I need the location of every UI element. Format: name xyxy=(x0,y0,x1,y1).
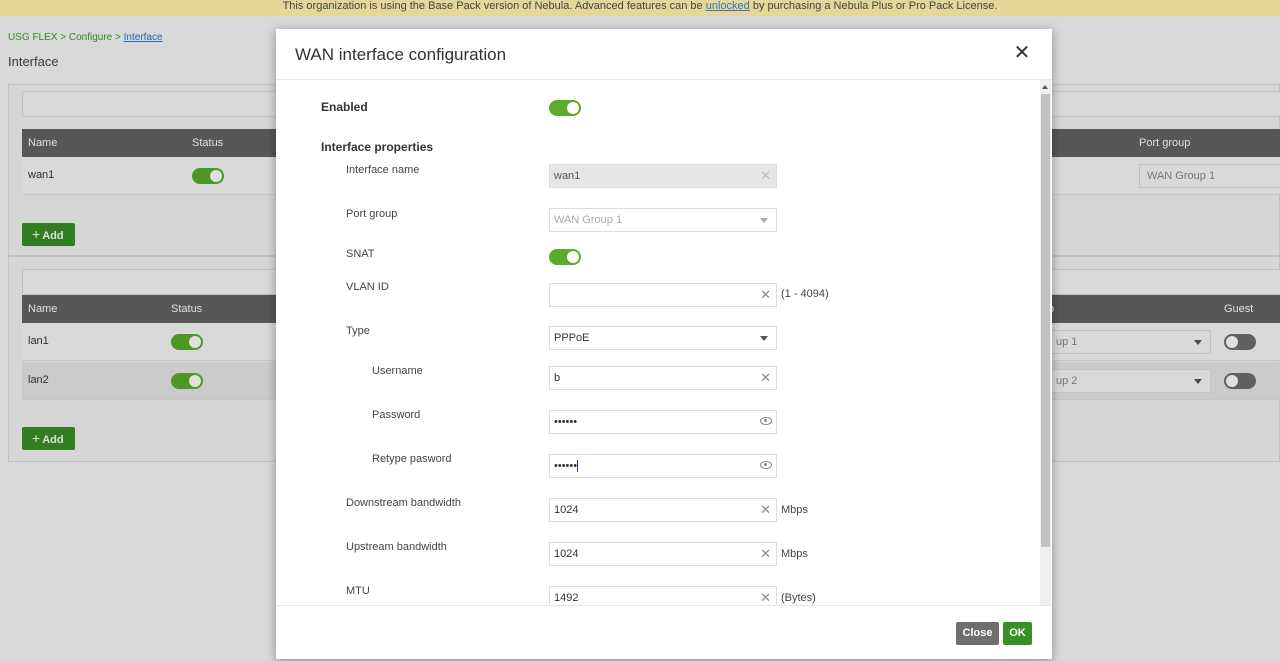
scroll-up-icon[interactable] xyxy=(1042,85,1048,89)
enabled-toggle[interactable] xyxy=(549,100,581,116)
select-value: WAN Group 1 xyxy=(554,214,623,226)
field-value: •••••• xyxy=(554,416,578,428)
chevron-down-icon xyxy=(760,218,768,223)
retype-password-field[interactable]: •••••• xyxy=(549,454,777,478)
banner-text-before: This organization is using the Base Pack… xyxy=(282,0,706,12)
interface-name-label: Interface name xyxy=(346,164,420,176)
select-value: PPPoE xyxy=(554,332,590,344)
modal-footer: Close OK xyxy=(276,605,1052,659)
clear-icon[interactable]: ✕ xyxy=(760,543,771,565)
upstream-unit: Mbps xyxy=(781,548,808,560)
close-button[interactable]: Close xyxy=(956,622,999,645)
downstream-label: Downstream bandwidth xyxy=(346,497,461,509)
clear-icon[interactable]: ✕ xyxy=(760,367,771,389)
type-label: Type xyxy=(346,325,370,337)
scrollbar-thumb[interactable] xyxy=(1041,94,1050,547)
wan-config-modal: WAN interface configuration ✕ Enabled In… xyxy=(276,29,1052,659)
modal-title: WAN interface configuration xyxy=(295,45,507,64)
modal-scrollbar[interactable] xyxy=(1040,80,1051,635)
enabled-label: Enabled xyxy=(321,100,368,114)
field-value: wan1 xyxy=(554,170,581,182)
field-value: 1024 xyxy=(554,548,579,560)
eye-icon[interactable] xyxy=(760,461,772,469)
downstream-field[interactable]: 1024 ✕ xyxy=(549,498,777,522)
retype-password-label: Retype pasword xyxy=(372,453,452,465)
password-field[interactable]: •••••• xyxy=(549,410,777,434)
upstream-field[interactable]: 1024 ✕ xyxy=(549,542,777,566)
banner-unlock-link[interactable]: unlocked xyxy=(706,0,750,12)
clear-icon[interactable]: ✕ xyxy=(760,499,771,521)
username-field[interactable]: b ✕ xyxy=(549,366,777,390)
snat-toggle[interactable] xyxy=(549,249,581,265)
clear-icon: ✕ xyxy=(760,168,771,183)
field-value: 1492 xyxy=(554,592,579,604)
downstream-unit: Mbps xyxy=(781,504,808,516)
interface-name-field: wan1 ✕ xyxy=(549,164,777,188)
properties-heading: Interface properties xyxy=(321,140,434,154)
close-icon[interactable]: ✕ xyxy=(1011,42,1033,64)
field-value: b xyxy=(554,372,561,384)
username-label: Username xyxy=(372,365,423,377)
modal-body: Enabled Interface properties Interface n… xyxy=(276,80,1052,635)
port-group-label: Port group xyxy=(346,208,398,220)
port-group-select: WAN Group 1 xyxy=(549,208,777,232)
type-select[interactable]: PPPoE xyxy=(549,326,777,350)
vlan-id-label: VLAN ID xyxy=(346,281,389,293)
text-cursor xyxy=(577,460,579,473)
vlan-id-hint: (1 - 4094) xyxy=(781,288,829,300)
field-value: 1024 xyxy=(554,504,579,516)
mtu-unit: (Bytes) xyxy=(781,592,816,604)
clear-icon[interactable]: ✕ xyxy=(760,284,771,306)
password-label: Password xyxy=(372,409,421,421)
chevron-down-icon xyxy=(760,336,768,341)
field-value: •••••• xyxy=(554,460,578,472)
ok-button[interactable]: OK xyxy=(1003,622,1032,645)
eye-icon[interactable] xyxy=(760,417,772,425)
snat-label: SNAT xyxy=(346,248,375,260)
upstream-label: Upstream bandwidth xyxy=(346,541,447,553)
license-banner: This organization is using the Base Pack… xyxy=(0,0,1280,16)
banner-text-after: by purchasing a Nebula Plus or Pro Pack … xyxy=(749,0,998,12)
vlan-id-field[interactable]: ✕ xyxy=(549,283,777,307)
mtu-label: MTU xyxy=(346,585,370,597)
